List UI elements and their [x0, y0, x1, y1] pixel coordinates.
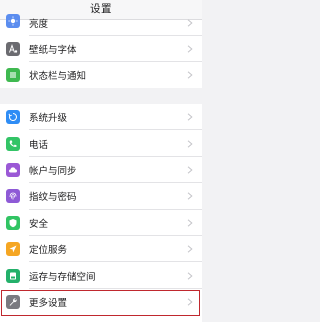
- security-icon: [6, 215, 20, 230]
- settings-item-label: 电话: [29, 139, 49, 151]
- settings-item-label: 安全: [29, 218, 49, 230]
- more-settings-icon: [6, 295, 20, 310]
- wallpaper-font-icon: [6, 42, 20, 56]
- settings-item-label: 运存与存储空间: [29, 271, 96, 283]
- page-title: 设置: [90, 3, 112, 15]
- list-bottom: [0, 316, 202, 322]
- settings-item-label: 指纹与密码: [29, 192, 77, 204]
- settings-item-label: 系统升级: [29, 113, 68, 125]
- location-icon: [6, 242, 20, 257]
- system-update-icon: [6, 110, 20, 125]
- settings-item-label: 帐户与同步: [29, 165, 77, 177]
- settings-item-system-update[interactable]: 系统升级: [0, 104, 202, 131]
- chevron-right-icon: [187, 71, 193, 79]
- phone-icon: [6, 136, 20, 151]
- chevron-right-icon: [187, 298, 193, 306]
- notification-icon: [6, 68, 20, 82]
- settings-item-wallpaper-font[interactable]: 壁纸与字体: [0, 36, 202, 62]
- chevron-right-icon: [187, 19, 193, 27]
- settings-item-phone[interactable]: 电话: [0, 130, 202, 157]
- account-sync-icon: [6, 162, 20, 177]
- settings-screen: 设置 亮度 壁纸与字体 状态栏与通知 系统升级 电话 帐户与同步 指纹与密码 安…: [0, 0, 202, 322]
- settings-item-memory-storage[interactable]: 运存与存储空间: [0, 262, 202, 289]
- settings-item-account-sync[interactable]: 帐户与同步: [0, 157, 202, 184]
- settings-item-fingerprint-password[interactable]: 指纹与密码: [0, 183, 202, 210]
- settings-item-statusbar-notification[interactable]: 状态栏与通知: [0, 62, 202, 88]
- settings-item-security[interactable]: 安全: [0, 210, 202, 236]
- chevron-right-icon: [187, 113, 193, 121]
- chevron-right-icon: [187, 166, 193, 174]
- settings-item-location[interactable]: 定位服务: [0, 236, 202, 263]
- chevron-right-icon: [187, 219, 193, 227]
- chevron-right-icon: [187, 192, 193, 200]
- settings-group-display: 亮度 壁纸与字体 状态栏与通知: [0, 14, 202, 88]
- chevron-right-icon: [187, 245, 193, 253]
- settings-item-label: 状态栏与通知: [29, 71, 87, 82]
- settings-item-label: 定位服务: [29, 245, 68, 257]
- storage-icon: [6, 268, 20, 283]
- settings-item-label: 壁纸与字体: [29, 45, 77, 56]
- fingerprint-icon: [6, 189, 20, 204]
- settings-item-more-settings[interactable]: 更多设置: [0, 289, 202, 316]
- chevron-right-icon: [187, 271, 193, 280]
- brightness-icon: [6, 14, 20, 28]
- settings-item-brightness[interactable]: 亮度: [0, 14, 202, 36]
- settings-group-system: 系统升级 电话 帐户与同步 指纹与密码 安全 定位服务 运存与存储空间 更多设置: [0, 104, 202, 316]
- settings-item-label: 亮度: [29, 19, 49, 30]
- settings-item-label: 更多设置: [29, 298, 68, 310]
- chevron-right-icon: [187, 45, 193, 53]
- chevron-right-icon: [187, 139, 193, 148]
